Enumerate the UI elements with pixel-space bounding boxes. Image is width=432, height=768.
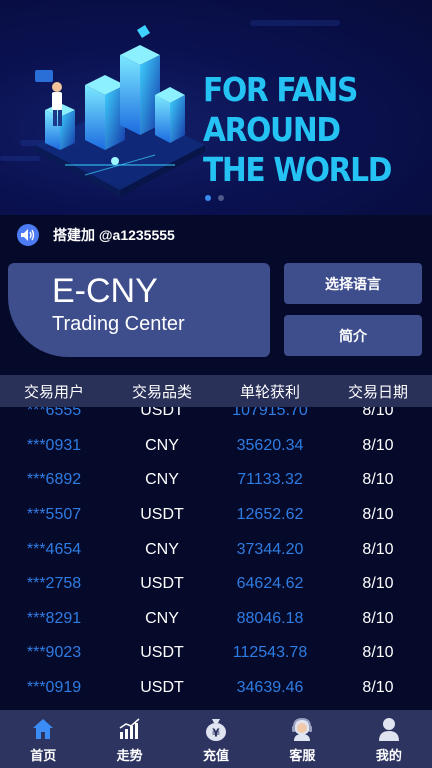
table-row: ***4654 CNY 37344.20 8/10	[0, 532, 432, 567]
user-icon	[378, 717, 400, 741]
table-row: ***8291 CNY 88046.18 8/10	[0, 602, 432, 637]
row-user: ***0931	[26, 436, 82, 454]
header-profit: 单轮获利	[239, 383, 300, 401]
brand-subtitle: Trading Center	[52, 313, 185, 335]
header-date: 交易日期	[347, 383, 408, 401]
notice-text: 搭建加 @a1235555	[53, 227, 175, 243]
row-date: 8/10	[362, 644, 394, 662]
chart-icon	[118, 717, 142, 741]
trade-list[interactable]: ***6555 USDT 107915.70 8/10 ***0931 CNY 35620.…	[0, 407, 432, 710]
language-button[interactable]: 选择语言	[284, 263, 422, 304]
speaker-icon	[17, 224, 39, 246]
row-date: 8/10	[362, 679, 394, 697]
row-profit: 64624.62	[236, 575, 304, 593]
home-icon	[32, 717, 54, 741]
row-date: 8/10	[362, 407, 394, 420]
banner-title: FOR FANS AROUND THE WORLD	[203, 70, 392, 189]
table-row: ***9023 USDT 112543.78 8/10	[0, 636, 432, 671]
row-type: USDT	[140, 407, 184, 420]
nav-label: 我的	[375, 748, 402, 763]
row-type: CNY	[145, 471, 179, 489]
row-user: ***8291	[26, 609, 82, 627]
brand-card: E-CNY Trading Center	[8, 263, 270, 357]
banner-decoration	[250, 20, 340, 26]
row-profit: 88046.18	[236, 609, 304, 627]
row-user: ***4654	[26, 540, 82, 558]
nav-home[interactable]: 首页	[0, 710, 86, 768]
table-row: ***0931 CNY 35620.34 8/10	[0, 429, 432, 464]
row-date: 8/10	[362, 540, 394, 558]
row-profit: 34639.46	[236, 679, 304, 697]
row-user: ***0919	[26, 679, 82, 697]
row-user: ***6555	[26, 407, 82, 420]
row-profit: 37344.20	[236, 540, 304, 558]
notice-bar: 搭建加 @a1235555	[0, 215, 432, 255]
table-row: ***5507 USDT 12652.62 8/10	[0, 498, 432, 533]
row-type: USDT	[140, 506, 184, 524]
nav-profile[interactable]: 我的	[346, 710, 432, 768]
row-type: CNY	[145, 436, 179, 454]
row-type: CNY	[145, 609, 179, 627]
brand-name: E-CNY	[52, 272, 158, 310]
trade-rows: ***6555 USDT 107915.70 8/10 ***0931 CNY 35620.…	[0, 407, 432, 705]
row-date: 8/10	[362, 609, 394, 627]
intro-button[interactable]: 简介	[284, 315, 422, 356]
row-user: ***6892	[26, 471, 82, 489]
carousel-dot[interactable]	[205, 195, 211, 201]
carousel-dot[interactable]	[218, 195, 224, 201]
nav-label: 首页	[30, 748, 57, 763]
support-icon	[290, 717, 314, 741]
svg-text:¥: ¥	[212, 727, 220, 740]
nav-label: 客服	[289, 748, 316, 763]
hero-banner[interactable]: FOR FANS AROUND THE WORLD	[0, 0, 432, 215]
row-profit: 71133.32	[237, 471, 303, 489]
table-row: ***6555 USDT 107915.70 8/10	[0, 407, 432, 429]
nav-recharge[interactable]: ¥ 充值	[173, 710, 259, 768]
bottom-nav: 首页 走势 ¥ 充值 客服 我的	[0, 710, 432, 768]
header-user: 交易用户	[23, 383, 84, 401]
money-bag-icon: ¥	[205, 717, 227, 741]
row-user: ***5507	[26, 506, 82, 524]
nav-service[interactable]: 客服	[259, 710, 345, 768]
row-date: 8/10	[362, 436, 394, 454]
row-date: 8/10	[362, 471, 394, 489]
table-row: ***0919 USDT 34639.46 8/10	[0, 671, 432, 706]
row-profit: 112543.78	[232, 644, 308, 662]
nav-label: 走势	[116, 748, 143, 763]
row-user: ***9023	[26, 644, 82, 662]
row-type: USDT	[140, 644, 184, 662]
row-profit: 12652.62	[236, 506, 304, 524]
row-date: 8/10	[362, 575, 394, 593]
table-row: ***6892 CNY 71133.32 8/10	[0, 463, 432, 498]
table-header: 交易用户 交易品类 单轮获利 交易日期	[0, 375, 432, 407]
row-profit: 35620.34	[236, 436, 304, 454]
server-illustration	[35, 25, 205, 197]
header-type: 交易品类	[131, 383, 192, 401]
row-type: CNY	[145, 540, 179, 558]
nav-trend[interactable]: 走势	[86, 710, 172, 768]
row-profit: 107915.70	[232, 407, 308, 420]
row-type: USDT	[140, 575, 184, 593]
row-date: 8/10	[362, 506, 394, 524]
carousel-indicators	[205, 195, 224, 201]
table-row: ***2758 USDT 64624.62 8/10	[0, 567, 432, 602]
row-type: USDT	[140, 679, 184, 697]
row-user: ***2758	[26, 575, 82, 593]
nav-label: 充值	[203, 748, 230, 763]
